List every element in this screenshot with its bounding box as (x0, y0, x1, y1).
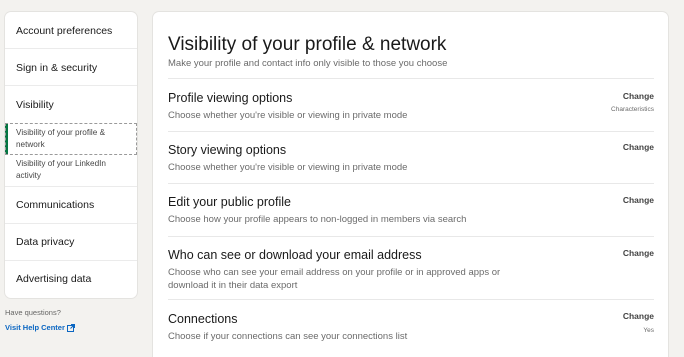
setting-row-email-visibility[interactable]: Who can see or download your email addre… (168, 236, 654, 299)
sidebar-item-label: Visibility (16, 99, 54, 111)
setting-row-connections[interactable]: Connections Choose if your connections c… (168, 299, 654, 357)
change-button[interactable]: Change (623, 195, 654, 205)
sidebar-item-label: Account preferences (16, 25, 113, 37)
settings-sidebar: Account preferences Sign in & security V… (5, 12, 137, 298)
page-title: Visibility of your profile & network (168, 34, 447, 55)
external-link-icon (66, 323, 75, 332)
setting-row-public-profile[interactable]: Edit your public profile Choose how your… (168, 183, 654, 236)
setting-title: Story viewing options (168, 143, 287, 157)
help-center-link-label: Visit Help Center (5, 323, 65, 332)
sidebar-subitem-label: Visibility of your LinkedIn activity (16, 159, 106, 180)
sidebar-subitem-visibility-activity[interactable]: Visibility of your LinkedIn activity (5, 155, 137, 187)
setting-title: Connections (168, 312, 238, 326)
page-subtitle: Make your profile and contact info only … (168, 58, 448, 69)
sidebar-item-visibility[interactable]: Visibility (5, 86, 137, 123)
sidebar-item-account-preferences[interactable]: Account preferences (5, 12, 137, 49)
change-button[interactable]: Change (623, 311, 654, 321)
setting-title: Edit your public profile (168, 195, 291, 209)
setting-row-story-viewing[interactable]: Story viewing options Choose whether you… (168, 131, 654, 183)
main-settings-panel: Visibility of your profile & network Mak… (153, 12, 668, 357)
change-button[interactable]: Change (623, 248, 654, 258)
setting-row-profile-viewing[interactable]: Profile viewing options Choose whether y… (168, 78, 654, 131)
setting-status: Characteristics (611, 106, 654, 113)
sidebar-subitem-label: Visibility of your profile & network (16, 128, 106, 149)
setting-description: Choose whether you're visible or viewing… (168, 162, 408, 173)
help-question-text: Have questions? (5, 308, 61, 317)
sidebar-item-sign-in-security[interactable]: Sign in & security (5, 49, 137, 86)
setting-description: Choose if your connections can see your … (168, 331, 408, 342)
setting-description: Choose who can see your email address on… (168, 267, 501, 291)
change-button[interactable]: Change (623, 142, 654, 152)
sidebar-item-label: Data privacy (16, 236, 75, 248)
sidebar-subitem-visibility-profile-network[interactable]: Visibility of your profile & network (5, 123, 137, 155)
sidebar-item-label: Sign in & security (16, 62, 98, 74)
sidebar-item-label: Advertising data (16, 273, 92, 285)
sidebar-item-advertising-data[interactable]: Advertising data (5, 261, 137, 298)
setting-title: Profile viewing options (168, 91, 293, 105)
change-button[interactable]: Change (623, 91, 654, 101)
sidebar-item-label: Communications (16, 199, 95, 211)
sidebar-item-data-privacy[interactable]: Data privacy (5, 224, 137, 261)
sidebar-item-communications[interactable]: Communications (5, 187, 137, 224)
setting-status: Yes (643, 327, 654, 334)
setting-description: Choose whether you're visible or viewing… (168, 110, 408, 121)
setting-description: Choose how your profile appears to non-l… (168, 214, 467, 225)
help-center-link[interactable]: Visit Help Center (5, 323, 75, 332)
setting-title: Who can see or download your email addre… (168, 248, 422, 262)
